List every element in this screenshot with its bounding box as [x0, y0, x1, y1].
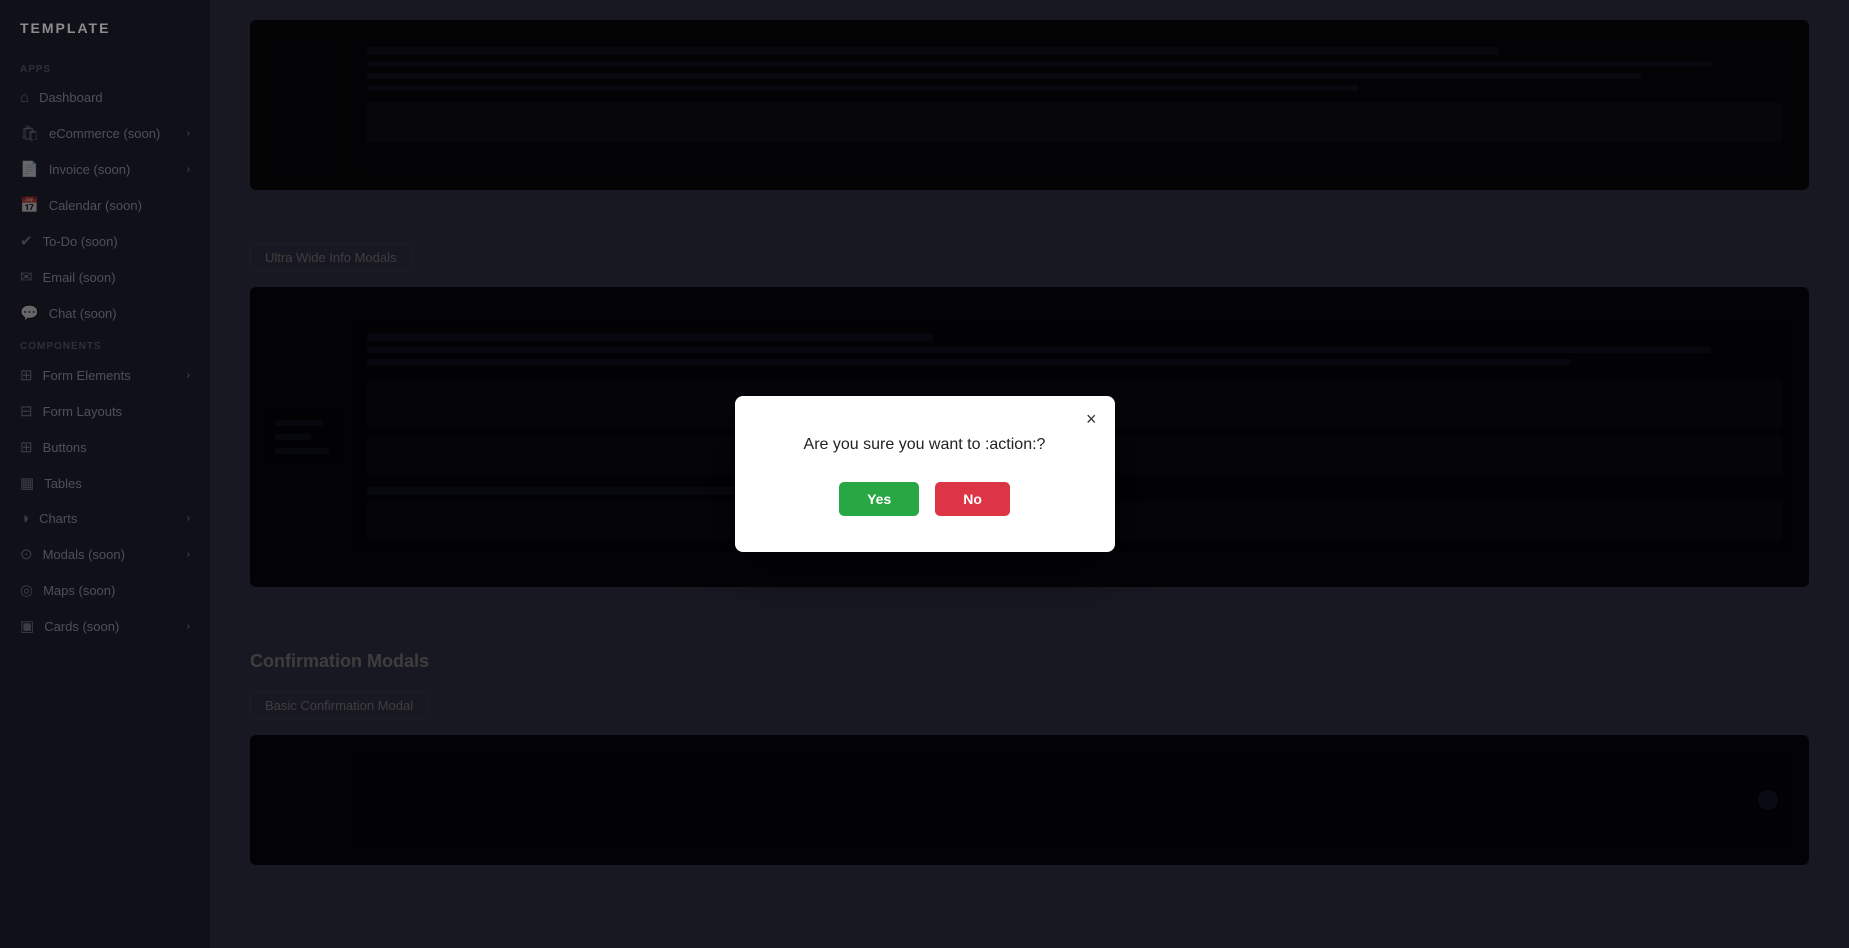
modal-buttons: Yes No — [785, 482, 1065, 516]
modal-no-button[interactable]: No — [935, 482, 1010, 516]
modal-yes-button[interactable]: Yes — [839, 482, 919, 516]
modal-box: × Are you sure you want to :action:? Yes… — [735, 396, 1115, 552]
modal-close-button[interactable]: × — [1086, 410, 1097, 428]
modal-overlay[interactable]: × Are you sure you want to :action:? Yes… — [0, 0, 1849, 948]
modal-message: Are you sure you want to :action:? — [785, 436, 1065, 454]
